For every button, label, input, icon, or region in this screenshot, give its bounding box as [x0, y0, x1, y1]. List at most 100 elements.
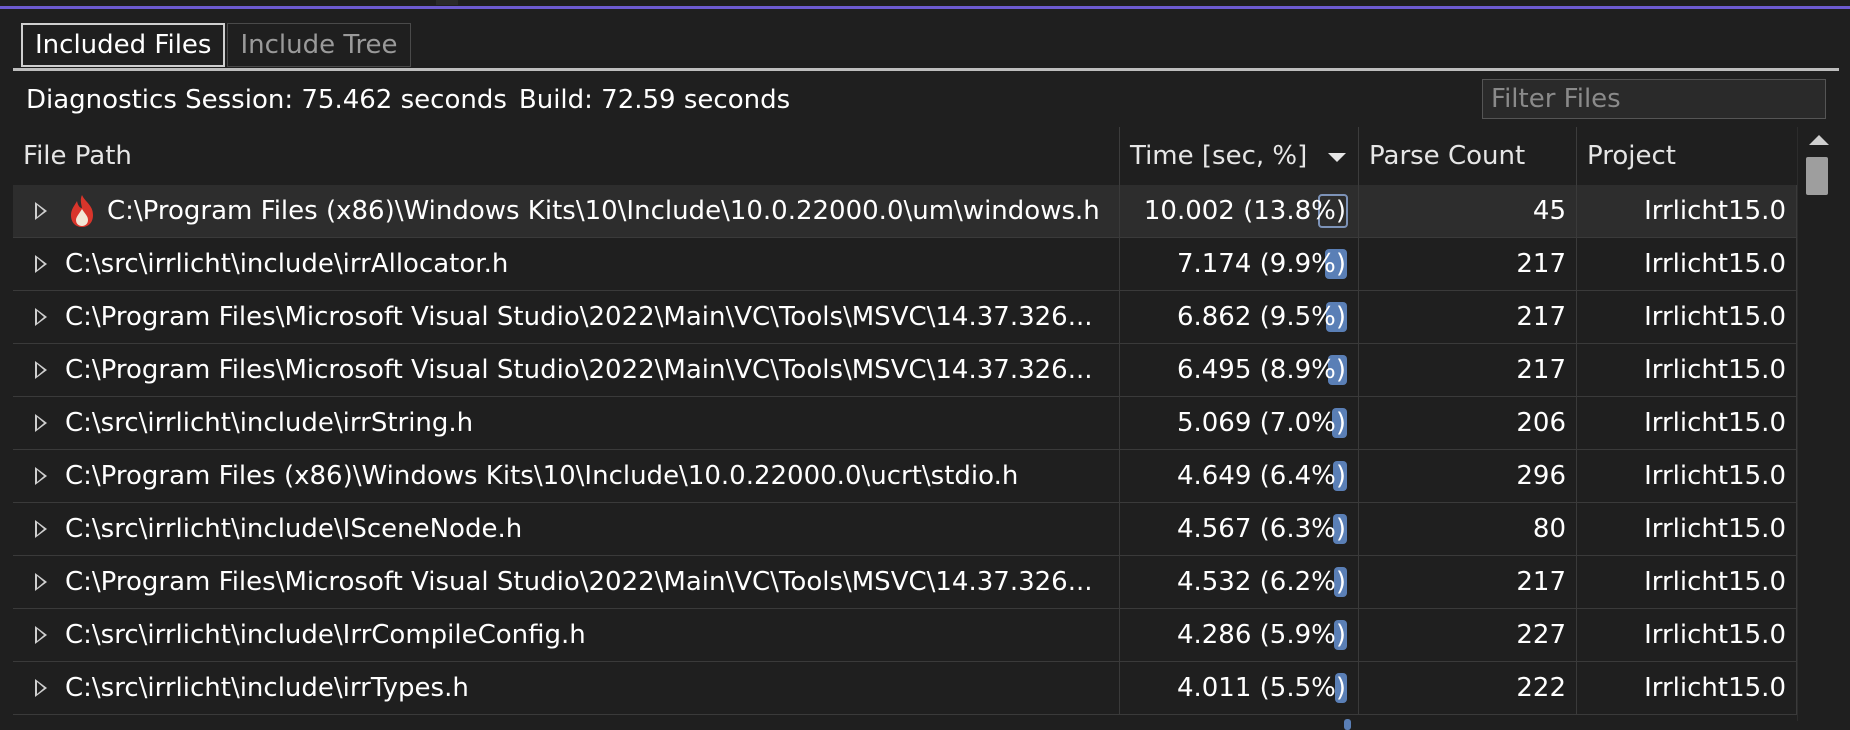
chevron-right-icon[interactable]: [35, 202, 47, 220]
parse-count-cell: 296: [1359, 450, 1577, 502]
file-path-cell: C:\Program Files\Microsoft Visual Studio…: [13, 344, 1120, 396]
file-path-text: C:\Program Files (x86)\Windows Kits\10\I…: [107, 196, 1100, 226]
file-path-cell: C:\Program Files\Microsoft Visual Studio…: [13, 556, 1120, 608]
project-cell: Irrlicht15.0: [1577, 291, 1797, 343]
vertical-scrollbar[interactable]: [1797, 127, 1840, 721]
chevron-right-icon[interactable]: [35, 520, 47, 538]
file-path-cell: C:\src\irrlicht\include\irrAllocator.h: [13, 238, 1120, 290]
project-cell: Irrlicht15.0: [1577, 609, 1797, 661]
table-row[interactable]: C:\src\irrlicht\include\ISceneNode.h 4.56…: [13, 503, 1797, 556]
view-tabs: Included Files Include Tree: [21, 23, 413, 69]
table-row[interactable]: C:\Program Files\Microsoft Visual Studio…: [13, 344, 1797, 397]
time-cell: 10.002 (13.8%): [1120, 185, 1359, 237]
table-row[interactable]: C:\src\irrlicht\include\irrTypes.h 4.011 …: [13, 662, 1797, 715]
parse-count-cell: 206: [1359, 397, 1577, 449]
flame-icon: [71, 195, 93, 227]
table-row[interactable]: C:\src\irrlicht\include\irrString.h 5.069…: [13, 397, 1797, 450]
chevron-right-icon[interactable]: [35, 626, 47, 644]
table-row[interactable]: C:\Program Files\Microsoft Visual Studio…: [13, 556, 1797, 609]
tab-strip-gap: [436, 0, 458, 5]
file-path-cell: C:\src\irrlicht\include\irrString.h: [13, 397, 1120, 449]
time-cell: 4.567 (6.3%): [1120, 503, 1359, 555]
file-path-cell: C:\Program Files\Microsoft Visual Studio…: [13, 291, 1120, 343]
tab-include-tree[interactable]: Include Tree: [227, 23, 411, 67]
file-path-text: C:\src\irrlicht\include\irrTypes.h: [65, 673, 469, 703]
table-row-partial[interactable]: [13, 715, 1797, 730]
chevron-right-icon[interactable]: [35, 255, 47, 273]
time-value: 5.069 (7.0%): [1176, 408, 1346, 438]
table-row[interactable]: C:\Program Files\Microsoft Visual Studio…: [13, 291, 1797, 344]
grid-rows: C:\Program Files (x86)\Windows Kits\10\I…: [13, 185, 1797, 730]
column-header-project[interactable]: Project: [1577, 127, 1797, 185]
file-path-cell: C:\src\irrlicht\include\IrrCompileConfig…: [13, 609, 1120, 661]
column-label: Parse Count: [1369, 141, 1526, 171]
build-time: Build: 72.59 seconds: [518, 85, 791, 115]
time-value: 10.002 (13.8%): [1143, 196, 1346, 226]
parse-count-cell: 227: [1359, 609, 1577, 661]
parse-count-cell: 222: [1359, 662, 1577, 714]
time-cell: 6.495 (8.9%): [1120, 344, 1359, 396]
time-value: 4.567 (6.3%): [1176, 514, 1346, 544]
diagnostics-session-time: Diagnostics Session: 75.462 seconds: [26, 85, 507, 115]
time-cell: 4.649 (6.4%): [1120, 450, 1359, 502]
chevron-right-icon[interactable]: [35, 308, 47, 326]
project-cell: Irrlicht15.0: [1577, 503, 1797, 555]
accent-line: [0, 6, 1850, 9]
time-cell: 5.069 (7.0%): [1120, 397, 1359, 449]
project-cell: Irrlicht15.0: [1577, 662, 1797, 714]
table-row[interactable]: C:\Program Files (x86)\Windows Kits\10\I…: [13, 450, 1797, 503]
table-row[interactable]: C:\Program Files (x86)\Windows Kits\10\I…: [13, 185, 1797, 238]
file-path-cell: C:\src\irrlicht\include\irrTypes.h: [13, 662, 1120, 714]
file-path-text: C:\Program Files\Microsoft Visual Studio…: [65, 302, 1093, 332]
file-path-text: C:\Program Files\Microsoft Visual Studio…: [65, 355, 1093, 385]
column-label: File Path: [23, 141, 132, 171]
filter-files-input[interactable]: [1482, 79, 1826, 119]
scrollbar-thumb[interactable]: [1806, 157, 1828, 195]
parse-count-cell: 45: [1359, 185, 1577, 237]
column-label: Project: [1587, 141, 1676, 171]
column-header-file-path[interactable]: File Path: [13, 127, 1120, 185]
file-path-text: C:\src\irrlicht\include\irrAllocator.h: [65, 249, 509, 279]
time-cell: 6.862 (9.5%): [1120, 291, 1359, 343]
time-value: 4.649 (6.4%): [1176, 461, 1346, 491]
column-header-time[interactable]: Time [sec, %]: [1120, 127, 1359, 185]
project-cell: Irrlicht15.0: [1577, 450, 1797, 502]
scroll-up-icon[interactable]: [1809, 135, 1829, 145]
time-value: 7.174 (9.9%): [1176, 249, 1346, 279]
file-path-text: C:\src\irrlicht\include\IrrCompileConfig…: [65, 620, 586, 650]
parse-count-cell: 217: [1359, 556, 1577, 608]
time-cell: 7.174 (9.9%): [1120, 238, 1359, 290]
chevron-right-icon[interactable]: [35, 467, 47, 485]
time-value: 6.495 (8.9%): [1176, 355, 1346, 385]
file-path-text: C:\Program Files\Microsoft Visual Studio…: [65, 567, 1093, 597]
grid-header: File Path Time [sec, %] Parse Count Proj…: [13, 127, 1797, 186]
tab-included-files[interactable]: Included Files: [21, 23, 226, 67]
project-cell: Irrlicht15.0: [1577, 344, 1797, 396]
chevron-right-icon[interactable]: [35, 679, 47, 697]
column-label: Time [sec, %]: [1130, 141, 1308, 171]
parse-count-cell: 80: [1359, 503, 1577, 555]
chevron-right-icon[interactable]: [35, 414, 47, 432]
project-cell: Irrlicht15.0: [1577, 185, 1797, 237]
chevron-right-icon[interactable]: [35, 361, 47, 379]
column-header-parse-count[interactable]: Parse Count: [1359, 127, 1577, 185]
time-value: 4.532 (6.2%): [1176, 567, 1346, 597]
time-cell: 4.011 (5.5%): [1120, 662, 1359, 714]
chevron-right-icon[interactable]: [35, 573, 47, 591]
time-value: 4.286 (5.9%): [1176, 620, 1346, 650]
file-path-cell: C:\Program Files (x86)\Windows Kits\10\I…: [13, 450, 1120, 502]
project-cell: Irrlicht15.0: [1577, 238, 1797, 290]
project-cell: Irrlicht15.0: [1577, 397, 1797, 449]
file-path-text: C:\src\irrlicht\include\irrString.h: [65, 408, 474, 438]
top-accent-bar: [0, 0, 1850, 10]
time-value: 6.862 (9.5%): [1176, 302, 1346, 332]
table-row[interactable]: C:\src\irrlicht\include\irrAllocator.h 7.…: [13, 238, 1797, 291]
sort-descending-icon: [1328, 153, 1346, 162]
parse-count-cell: 217: [1359, 344, 1577, 396]
project-cell: Irrlicht15.0: [1577, 556, 1797, 608]
file-path-text: C:\Program Files (x86)\Windows Kits\10\I…: [65, 461, 1019, 491]
file-path-cell: C:\src\irrlicht\include\ISceneNode.h: [13, 503, 1120, 555]
parse-count-cell: 217: [1359, 291, 1577, 343]
file-path-cell: C:\Program Files (x86)\Windows Kits\10\I…: [13, 185, 1120, 237]
table-row[interactable]: C:\src\irrlicht\include\IrrCompileConfig…: [13, 609, 1797, 662]
